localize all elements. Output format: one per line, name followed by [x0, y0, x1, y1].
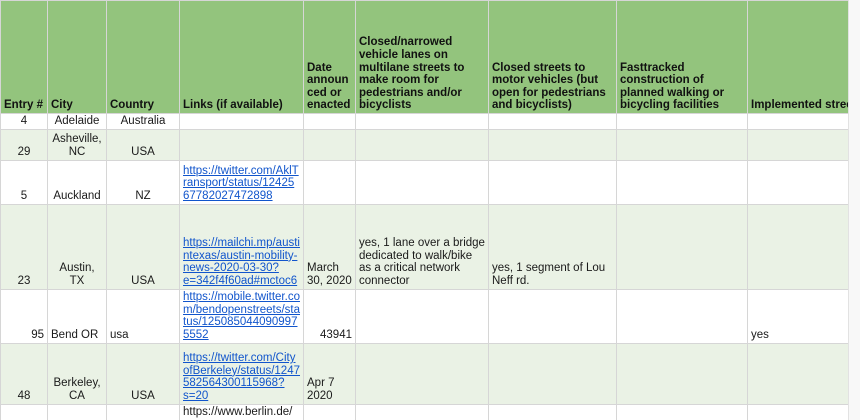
header-city[interactable]: City: [47, 0, 107, 114]
spreadsheet-grid: Entry # City Country Links (if available…: [0, 0, 848, 420]
cell-country[interactable]: USA: [106, 342, 180, 405]
cell-fasttracked[interactable]: [616, 203, 748, 290]
cell-implemented[interactable]: [747, 342, 848, 405]
cell-city[interactable]: Auckland: [47, 159, 107, 205]
cell-entry[interactable]: 4: [0, 113, 48, 130]
cell-city[interactable]: Berkeley, CA: [47, 342, 107, 405]
cell-city[interactable]: Asheville, NC: [47, 128, 107, 161]
cell-entry[interactable]: 5: [0, 159, 48, 205]
cell-implemented[interactable]: [747, 113, 848, 130]
cell-closed-lanes[interactable]: [355, 403, 489, 420]
cell-closed-streets[interactable]: [488, 342, 617, 405]
cell-date[interactable]: March 30, 2020: [303, 203, 356, 290]
table-row: https://www.berlin.de/: [0, 403, 848, 420]
cell-implemented[interactable]: [747, 203, 848, 290]
table-row: 95 Bend OR usa https://mobile.twitter.co…: [0, 288, 848, 344]
header-country[interactable]: Country: [106, 0, 180, 114]
table-row: 48 Berkeley, CA USA https://twitter.com/…: [0, 342, 848, 405]
cell-entry[interactable]: 95: [0, 288, 48, 344]
table-row: 29 Asheville, NC USA: [0, 128, 848, 161]
cell-implemented[interactable]: [747, 159, 848, 205]
data-table: Entry # City Country Links (if available…: [0, 0, 848, 420]
cell-country[interactable]: NZ: [106, 159, 180, 205]
header-row: Entry # City Country Links (if available…: [0, 0, 848, 114]
cell-country[interactable]: [106, 403, 180, 420]
cell-entry[interactable]: 23: [0, 203, 48, 290]
cell-entry[interactable]: 29: [0, 128, 48, 161]
cell-date[interactable]: 43941: [303, 288, 356, 344]
cell-city[interactable]: Austin, TX: [47, 203, 107, 290]
cell-closed-streets[interactable]: [488, 159, 617, 205]
cell-closed-streets[interactable]: yes, 1 segment of Lou Neff rd.: [488, 203, 617, 290]
cell-closed-streets[interactable]: [488, 403, 617, 420]
cell-closed-streets[interactable]: [488, 288, 617, 344]
cell-implemented[interactable]: [747, 403, 848, 420]
header-links[interactable]: Links (if available): [179, 0, 304, 114]
cell-fasttracked[interactable]: [616, 128, 748, 161]
cell-date[interactable]: [303, 159, 356, 205]
cell-implemented[interactable]: [747, 128, 848, 161]
cell-fasttracked[interactable]: [616, 159, 748, 205]
cell-link[interactable]: https://twitter.com/AklTransport/status/…: [179, 159, 304, 205]
table-row: 23 Austin, TX USA https://mailchi.mp/aus…: [0, 203, 848, 290]
cell-implemented[interactable]: yes: [747, 288, 848, 344]
cell-closed-streets[interactable]: [488, 128, 617, 161]
cell-country[interactable]: usa: [106, 288, 180, 344]
cell-fasttracked[interactable]: [616, 403, 748, 420]
cell-link[interactable]: [179, 128, 304, 161]
cell-country[interactable]: Australia: [106, 113, 180, 130]
cell-link[interactable]: https://www.berlin.de/: [179, 403, 304, 420]
cell-city[interactable]: [47, 403, 107, 420]
header-closed-lanes[interactable]: Closed/narrowed vehicle lanes on multila…: [355, 0, 489, 114]
header-date[interactable]: Date announced or enacted: [303, 0, 356, 114]
cell-entry[interactable]: 48: [0, 342, 48, 405]
cell-closed-lanes[interactable]: [355, 113, 489, 130]
cell-country[interactable]: USA: [106, 128, 180, 161]
cell-date[interactable]: [303, 128, 356, 161]
cell-city[interactable]: Bend OR: [47, 288, 107, 344]
cell-closed-lanes[interactable]: [355, 288, 489, 344]
cell-closed-streets[interactable]: [488, 113, 617, 130]
cell-date[interactable]: [303, 403, 356, 420]
cell-closed-lanes[interactable]: yes, 1 lane over a bridge dedicated to w…: [355, 203, 489, 290]
header-fasttracked[interactable]: Fasttracked construction of planned walk…: [616, 0, 748, 114]
cell-fasttracked[interactable]: [616, 113, 748, 130]
header-entry[interactable]: Entry #: [0, 0, 48, 114]
cell-link[interactable]: https://mailchi.mp/austintexas/austin-mo…: [179, 203, 304, 290]
cell-fasttracked[interactable]: [616, 342, 748, 405]
table-row: 5 Auckland NZ https://twitter.com/AklTra…: [0, 159, 848, 205]
cell-closed-lanes[interactable]: [355, 159, 489, 205]
table-row: 4 Adelaide Australia: [0, 113, 848, 130]
cell-fasttracked[interactable]: [616, 288, 748, 344]
cell-date[interactable]: Apr 7 2020: [303, 342, 356, 405]
vertical-scrollbar[interactable]: [848, 0, 860, 420]
cell-link[interactable]: https://mobile.twitter.com/bendopenstree…: [179, 288, 304, 344]
cell-closed-lanes[interactable]: [355, 128, 489, 161]
cell-link[interactable]: https://twitter.com/CityofBerkeley/statu…: [179, 342, 304, 405]
header-closed-streets[interactable]: Closed streets to motor vehicles (but op…: [488, 0, 617, 114]
header-implemented[interactable]: Implemented streets: [747, 0, 848, 114]
cell-date[interactable]: [303, 113, 356, 130]
cell-link[interactable]: [179, 113, 304, 130]
cell-entry[interactable]: [0, 403, 48, 420]
cell-country[interactable]: USA: [106, 203, 180, 290]
cell-closed-lanes[interactable]: [355, 342, 489, 405]
cell-city[interactable]: Adelaide: [47, 113, 107, 130]
